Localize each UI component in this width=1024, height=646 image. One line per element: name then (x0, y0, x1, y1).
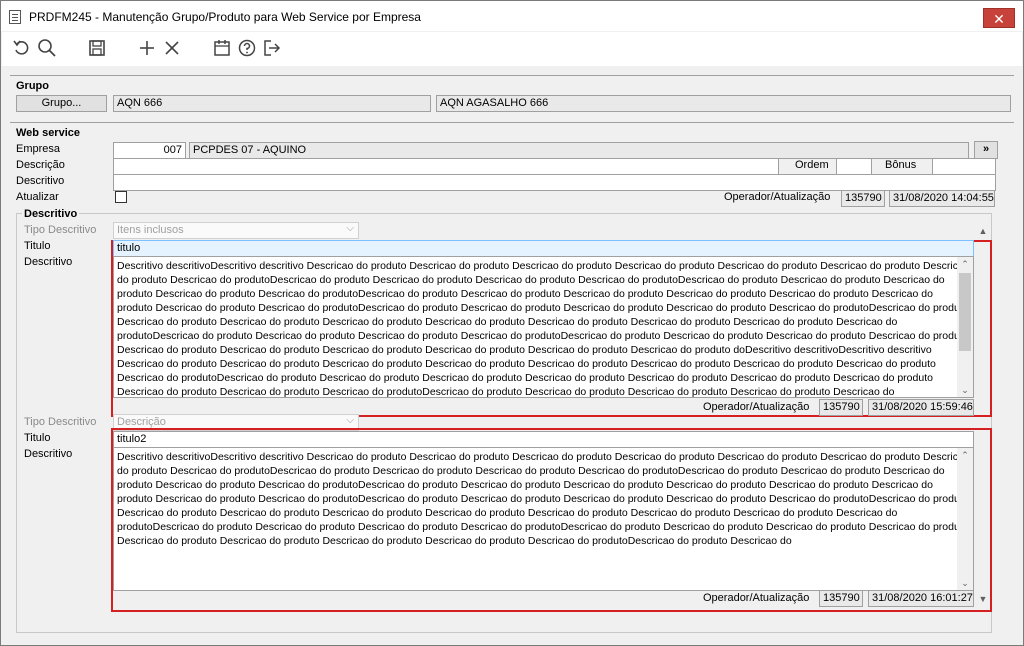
grupo-code-field[interactable]: AQN 666 (113, 95, 431, 112)
search-icon[interactable] (37, 38, 59, 60)
descritivo-text-label: Descritivo (24, 448, 73, 460)
help-icon[interactable] (237, 38, 259, 60)
ordem-label: Ordem (795, 159, 829, 171)
grupo-section-label: Grupo (16, 80, 49, 92)
save-icon[interactable] (87, 38, 109, 60)
empresa-code-field[interactable]: 007 (113, 142, 186, 159)
form-content: Grupo Grupo... AQN 666 AQN AGASALHO 666 … (2, 67, 1022, 645)
chevron-down-icon: ⌵ (346, 223, 354, 234)
data-atualizacao-field: 31/08/2020 15:59:46 (868, 399, 974, 416)
scroll-up-icon[interactable]: ▲ (975, 224, 991, 238)
descritivo-textarea[interactable]: Descritivo descritivoDescritivo descriti… (113, 447, 974, 591)
tipo-descritivo-label: Tipo Descritivo (24, 416, 97, 428)
document-icon (9, 10, 21, 24)
operador-label: Operador/Atualização (703, 592, 810, 604)
toolbar (2, 32, 1022, 66)
operador-label: Operador/Atualização (724, 191, 831, 203)
atualizar-label: Atualizar (16, 191, 59, 203)
scroll-down-icon[interactable]: ⌄ (957, 383, 973, 397)
divider (10, 75, 1014, 76)
tipo-descritivo-select[interactable]: Itens inclusos ⌵ (113, 222, 359, 239)
window-title: PRDFM245 - Manutenção Grupo/Produto para… (29, 10, 421, 24)
operador-label: Operador/Atualização (703, 401, 810, 413)
descritivo-textarea[interactable]: Descritivo descritivoDescritivo descriti… (113, 256, 974, 398)
operador-field: 135790 (841, 190, 885, 207)
descritivo-group-label: Descritivo (22, 208, 80, 220)
calendar-icon[interactable] (212, 38, 234, 60)
titulo-label: Titulo (24, 432, 51, 444)
bonus-field[interactable] (932, 158, 996, 175)
empresa-name-field: PCPDES 07 - AQUINO (189, 142, 969, 159)
titulo-label: Titulo (24, 240, 51, 252)
scroll-up-icon[interactable]: ⌃ (957, 257, 973, 271)
tipo-descritivo-value: Itens inclusos (117, 224, 184, 236)
data-atualizacao-field: 31/08/2020 16:01:27 (868, 590, 974, 607)
tipo-descritivo-label: Tipo Descritivo (24, 224, 97, 236)
webservice-section-label: Web service (16, 127, 81, 139)
scrollbar-thumb[interactable] (959, 273, 971, 351)
operador-field: 135790 (819, 399, 863, 416)
exit-icon[interactable] (262, 38, 284, 60)
close-button[interactable]: ✕ (983, 8, 1015, 28)
tipo-descritivo-value: Descrição (117, 416, 166, 428)
scroll-down-icon[interactable]: ▼ (975, 592, 991, 606)
grupo-button[interactable]: Grupo... (16, 95, 107, 112)
descricao-label: Descrição (16, 159, 65, 171)
atualizar-checkbox[interactable] (115, 191, 127, 203)
empresa-label: Empresa (16, 143, 61, 155)
app-window: PRDFM245 - Manutenção Grupo/Produto para… (0, 0, 1024, 646)
titulo-field[interactable]: titulo (113, 240, 974, 257)
scrollbar[interactable]: ⌃ ⌄ (957, 448, 973, 590)
ordem-field[interactable] (836, 158, 872, 175)
titulo-field[interactable]: titulo2 (113, 431, 974, 448)
add-icon[interactable] (137, 38, 159, 60)
scroll-up-icon[interactable]: ⌃ (957, 448, 973, 462)
title-bar: PRDFM245 - Manutenção Grupo/Produto para… (1, 1, 1023, 31)
data-atualizacao-field: 31/08/2020 14:04:55 (889, 190, 995, 207)
grupo-name-field[interactable]: AQN AGASALHO 666 (436, 95, 1011, 112)
descricao-field[interactable] (113, 158, 779, 175)
divider (10, 122, 1014, 123)
next-button[interactable]: » (974, 141, 998, 159)
scroll-down-icon[interactable]: ⌄ (957, 576, 973, 590)
descritivo-label: Descritivo (16, 175, 65, 187)
descritivo-field[interactable] (113, 174, 996, 191)
chevron-down-icon: ⌵ (346, 415, 354, 426)
scrollbar[interactable]: ⌃ ⌄ (957, 257, 973, 397)
operador-field: 135790 (819, 590, 863, 607)
delete-icon[interactable] (162, 38, 184, 60)
bonus-label: Bônus (885, 159, 917, 171)
undo-icon[interactable] (12, 38, 34, 60)
descritivo-text-label: Descritivo (24, 256, 73, 268)
